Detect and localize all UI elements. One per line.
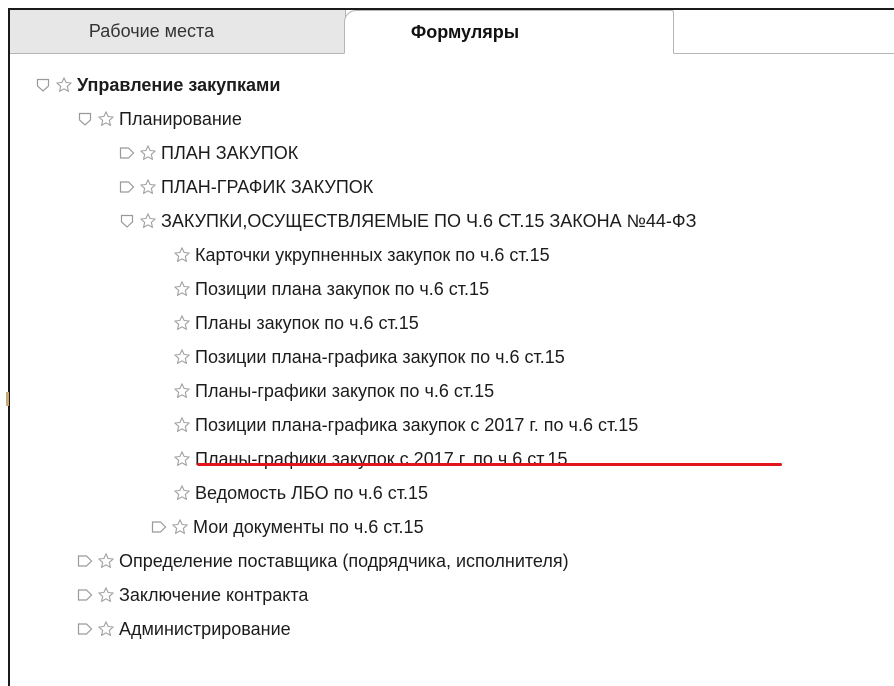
star-outline-icon[interactable] — [173, 484, 191, 502]
tree-leaf-plan-positions[interactable]: Позиции плана закупок по ч.6 ст.15 — [173, 272, 489, 306]
star-outline-icon[interactable] — [173, 348, 191, 366]
tree-node-part6-art15-procurements[interactable]: ЗАКУПКИ,ОСУЩЕСТВЛЯЕМЫЕ ПО Ч.6 СТ.15 ЗАКО… — [118, 204, 696, 238]
tree-leaf-schedule-positions-2017[interactable]: Позиции плана-графика закупок с 2017 г. … — [173, 408, 638, 442]
tree-node-contract-conclusion[interactable]: Заключение контракта — [76, 578, 308, 612]
tab-bar: Рабочие места Формуляры — [10, 10, 894, 54]
tree-node-label: Планы-графики закупок по ч.6 ст.15 — [195, 380, 495, 401]
tree-leaf-schedule-positions[interactable]: Позиции плана-графика закупок по ч.6 ст.… — [173, 340, 565, 374]
tree-node-label: Планирование — [119, 108, 242, 129]
tree-node-label: ЗАКУПКИ,ОСУЩЕСТВЛЯЕМЫЕ ПО Ч.6 СТ.15 ЗАКО… — [161, 210, 697, 231]
left-edge-marker — [6, 392, 9, 406]
tree-node-label: Заключение контракта — [119, 584, 309, 605]
star-outline-icon[interactable] — [97, 110, 115, 128]
star-outline-icon[interactable] — [173, 416, 191, 434]
tree-node-administration[interactable]: Администрирование — [76, 612, 291, 646]
star-outline-icon[interactable] — [173, 450, 191, 468]
tree-node-label: Ведомость ЛБО по ч.6 ст.15 — [195, 482, 428, 503]
tree-node-label: ПЛАН ЗАКУПОК — [161, 142, 299, 163]
star-outline-icon[interactable] — [55, 76, 73, 94]
highlight-underline — [197, 463, 782, 466]
tree-node-procurement-schedule[interactable]: ПЛАН-ГРАФИК ЗАКУПОК — [118, 170, 373, 204]
tab-workplaces[interactable]: Рабочие места — [10, 10, 346, 54]
star-outline-icon[interactable] — [173, 314, 191, 332]
tree-node-label: Мои документы по ч.6 ст.15 — [193, 516, 424, 537]
star-outline-icon[interactable] — [139, 212, 157, 230]
tab-workplaces-label: Рабочие места — [88, 21, 215, 41]
tree-leaf-lbo-statement[interactable]: Ведомость ЛБО по ч.6 ст.15 — [173, 476, 428, 510]
tree-node-label: Планы закупок по ч.6 ст.15 — [195, 312, 419, 333]
shield-down-icon[interactable] — [76, 110, 94, 128]
tree-node-supplier-determination[interactable]: Определение поставщика (подрядчика, испо… — [76, 544, 569, 578]
tree-leaf-schedules-2017[interactable]: Планы-графики закупок с 2017 г. по ч.6 с… — [173, 442, 568, 476]
tree-node-label: Позиции плана закупок по ч.6 ст.15 — [195, 278, 490, 299]
tree-node-label: Определение поставщика (подрядчика, испо… — [119, 550, 569, 571]
tree-leaf-plans[interactable]: Планы закупок по ч.6 ст.15 — [173, 306, 419, 340]
star-outline-icon[interactable] — [171, 518, 189, 536]
shield-down-icon[interactable] — [118, 212, 136, 230]
star-outline-icon[interactable] — [139, 178, 157, 196]
tree-node-label: Управление закупками — [77, 74, 281, 95]
arrow-tag-right-icon[interactable] — [150, 518, 168, 536]
tree-node-my-documents[interactable]: Мои документы по ч.6 ст.15 — [150, 510, 424, 544]
tab-forms[interactable]: Формуляры — [344, 10, 674, 54]
tree-leaf-consolidated-cards[interactable]: Карточки укрупненных закупок по ч.6 ст.1… — [173, 238, 550, 272]
arrow-tag-right-icon[interactable] — [118, 144, 136, 162]
star-outline-icon[interactable] — [97, 552, 115, 570]
tree-node-label: Планы-графики закупок с 2017 г. по ч.6 с… — [195, 448, 568, 469]
star-outline-icon[interactable] — [173, 280, 191, 298]
tree-node-label: Позиции плана-графика закупок по ч.6 ст.… — [195, 346, 565, 367]
star-outline-icon[interactable] — [97, 620, 115, 638]
arrow-tag-right-icon[interactable] — [76, 586, 94, 604]
shield-down-icon[interactable] — [34, 76, 52, 94]
star-outline-icon[interactable] — [173, 382, 191, 400]
arrow-tag-right-icon[interactable] — [118, 178, 136, 196]
star-outline-icon[interactable] — [139, 144, 157, 162]
tree-node-label: ПЛАН-ГРАФИК ЗАКУПОК — [161, 176, 374, 197]
tree-node-planning[interactable]: Планирование — [76, 102, 242, 136]
tree-node-procurement-plan[interactable]: ПЛАН ЗАКУПОК — [118, 136, 298, 170]
tree-node-label: Карточки укрупненных закупок по ч.6 ст.1… — [195, 244, 550, 265]
star-outline-icon[interactable] — [173, 246, 191, 264]
tree-node-procurement-management[interactable]: Управление закупками — [34, 68, 280, 102]
arrow-tag-right-icon[interactable] — [76, 620, 94, 638]
tree-node-label: Позиции плана-графика закупок с 2017 г. … — [195, 414, 639, 435]
tree-leaf-schedules[interactable]: Планы-графики закупок по ч.6 ст.15 — [173, 374, 494, 408]
arrow-tag-right-icon[interactable] — [76, 552, 94, 570]
tree-node-label: Администрирование — [119, 618, 291, 639]
star-outline-icon[interactable] — [97, 586, 115, 604]
tab-forms-label: Формуляры — [410, 21, 520, 42]
